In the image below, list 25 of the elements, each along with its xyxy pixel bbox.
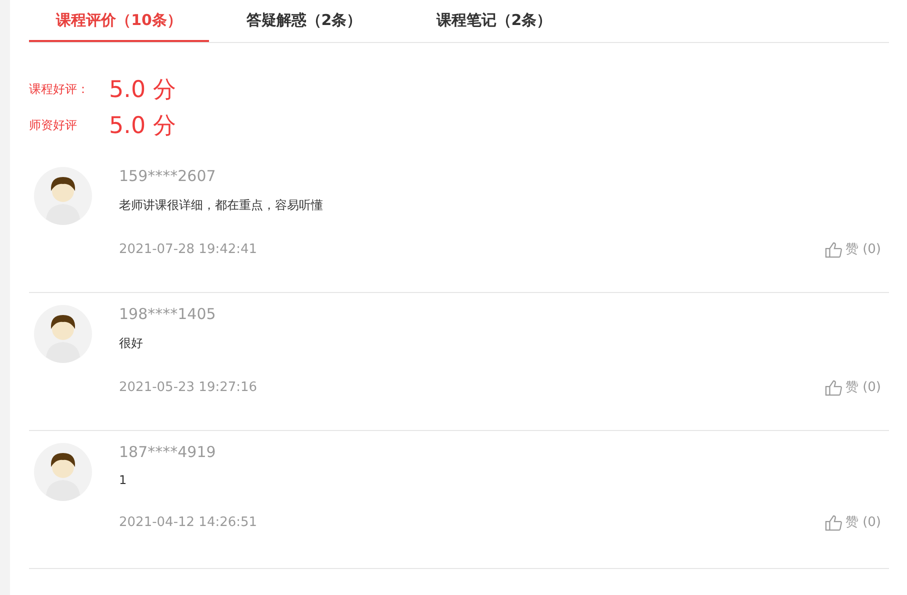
tab[interactable]: 课程笔记（2条） (399, 0, 589, 42)
user-name: 198****1405 (119, 305, 217, 323)
review-text: 很好 (119, 335, 144, 352)
review-time: 2021-07-28 19:42:41 (119, 242, 258, 256)
review-text: 1 (119, 473, 128, 487)
tab[interactable]: 课程评价（10条） (29, 0, 209, 42)
thumbs-up-icon (824, 240, 842, 258)
user-name: 159****2607 (119, 167, 217, 185)
review-time: 2021-04-12 14:26:51 (119, 514, 258, 530)
like-button[interactable]: 赞 (0) (824, 513, 889, 531)
rating-label: 课程好评： (29, 80, 90, 98)
rating-label: 师资好评 (29, 116, 78, 134)
like-button[interactable]: 赞 (0) (824, 378, 889, 396)
review-time: 2021-05-23 19:27:16 (119, 380, 258, 394)
rating-score: 5.0 分 (109, 76, 176, 104)
thumbs-up-icon (824, 378, 842, 396)
like-button[interactable]: 赞 (0) (824, 240, 889, 258)
thumbs-up-icon (824, 514, 842, 530)
avatar-icon (34, 443, 92, 501)
tab[interactable]: 答疑解惑（2条） (209, 0, 399, 42)
rating-score: 5.0 分 (109, 112, 176, 140)
user-name: 187****4919 (119, 443, 217, 461)
avatar-icon (34, 305, 92, 363)
review-text: 老师讲课很详细，都在重点，容易听懂 (119, 197, 324, 214)
avatar-icon (34, 167, 92, 225)
